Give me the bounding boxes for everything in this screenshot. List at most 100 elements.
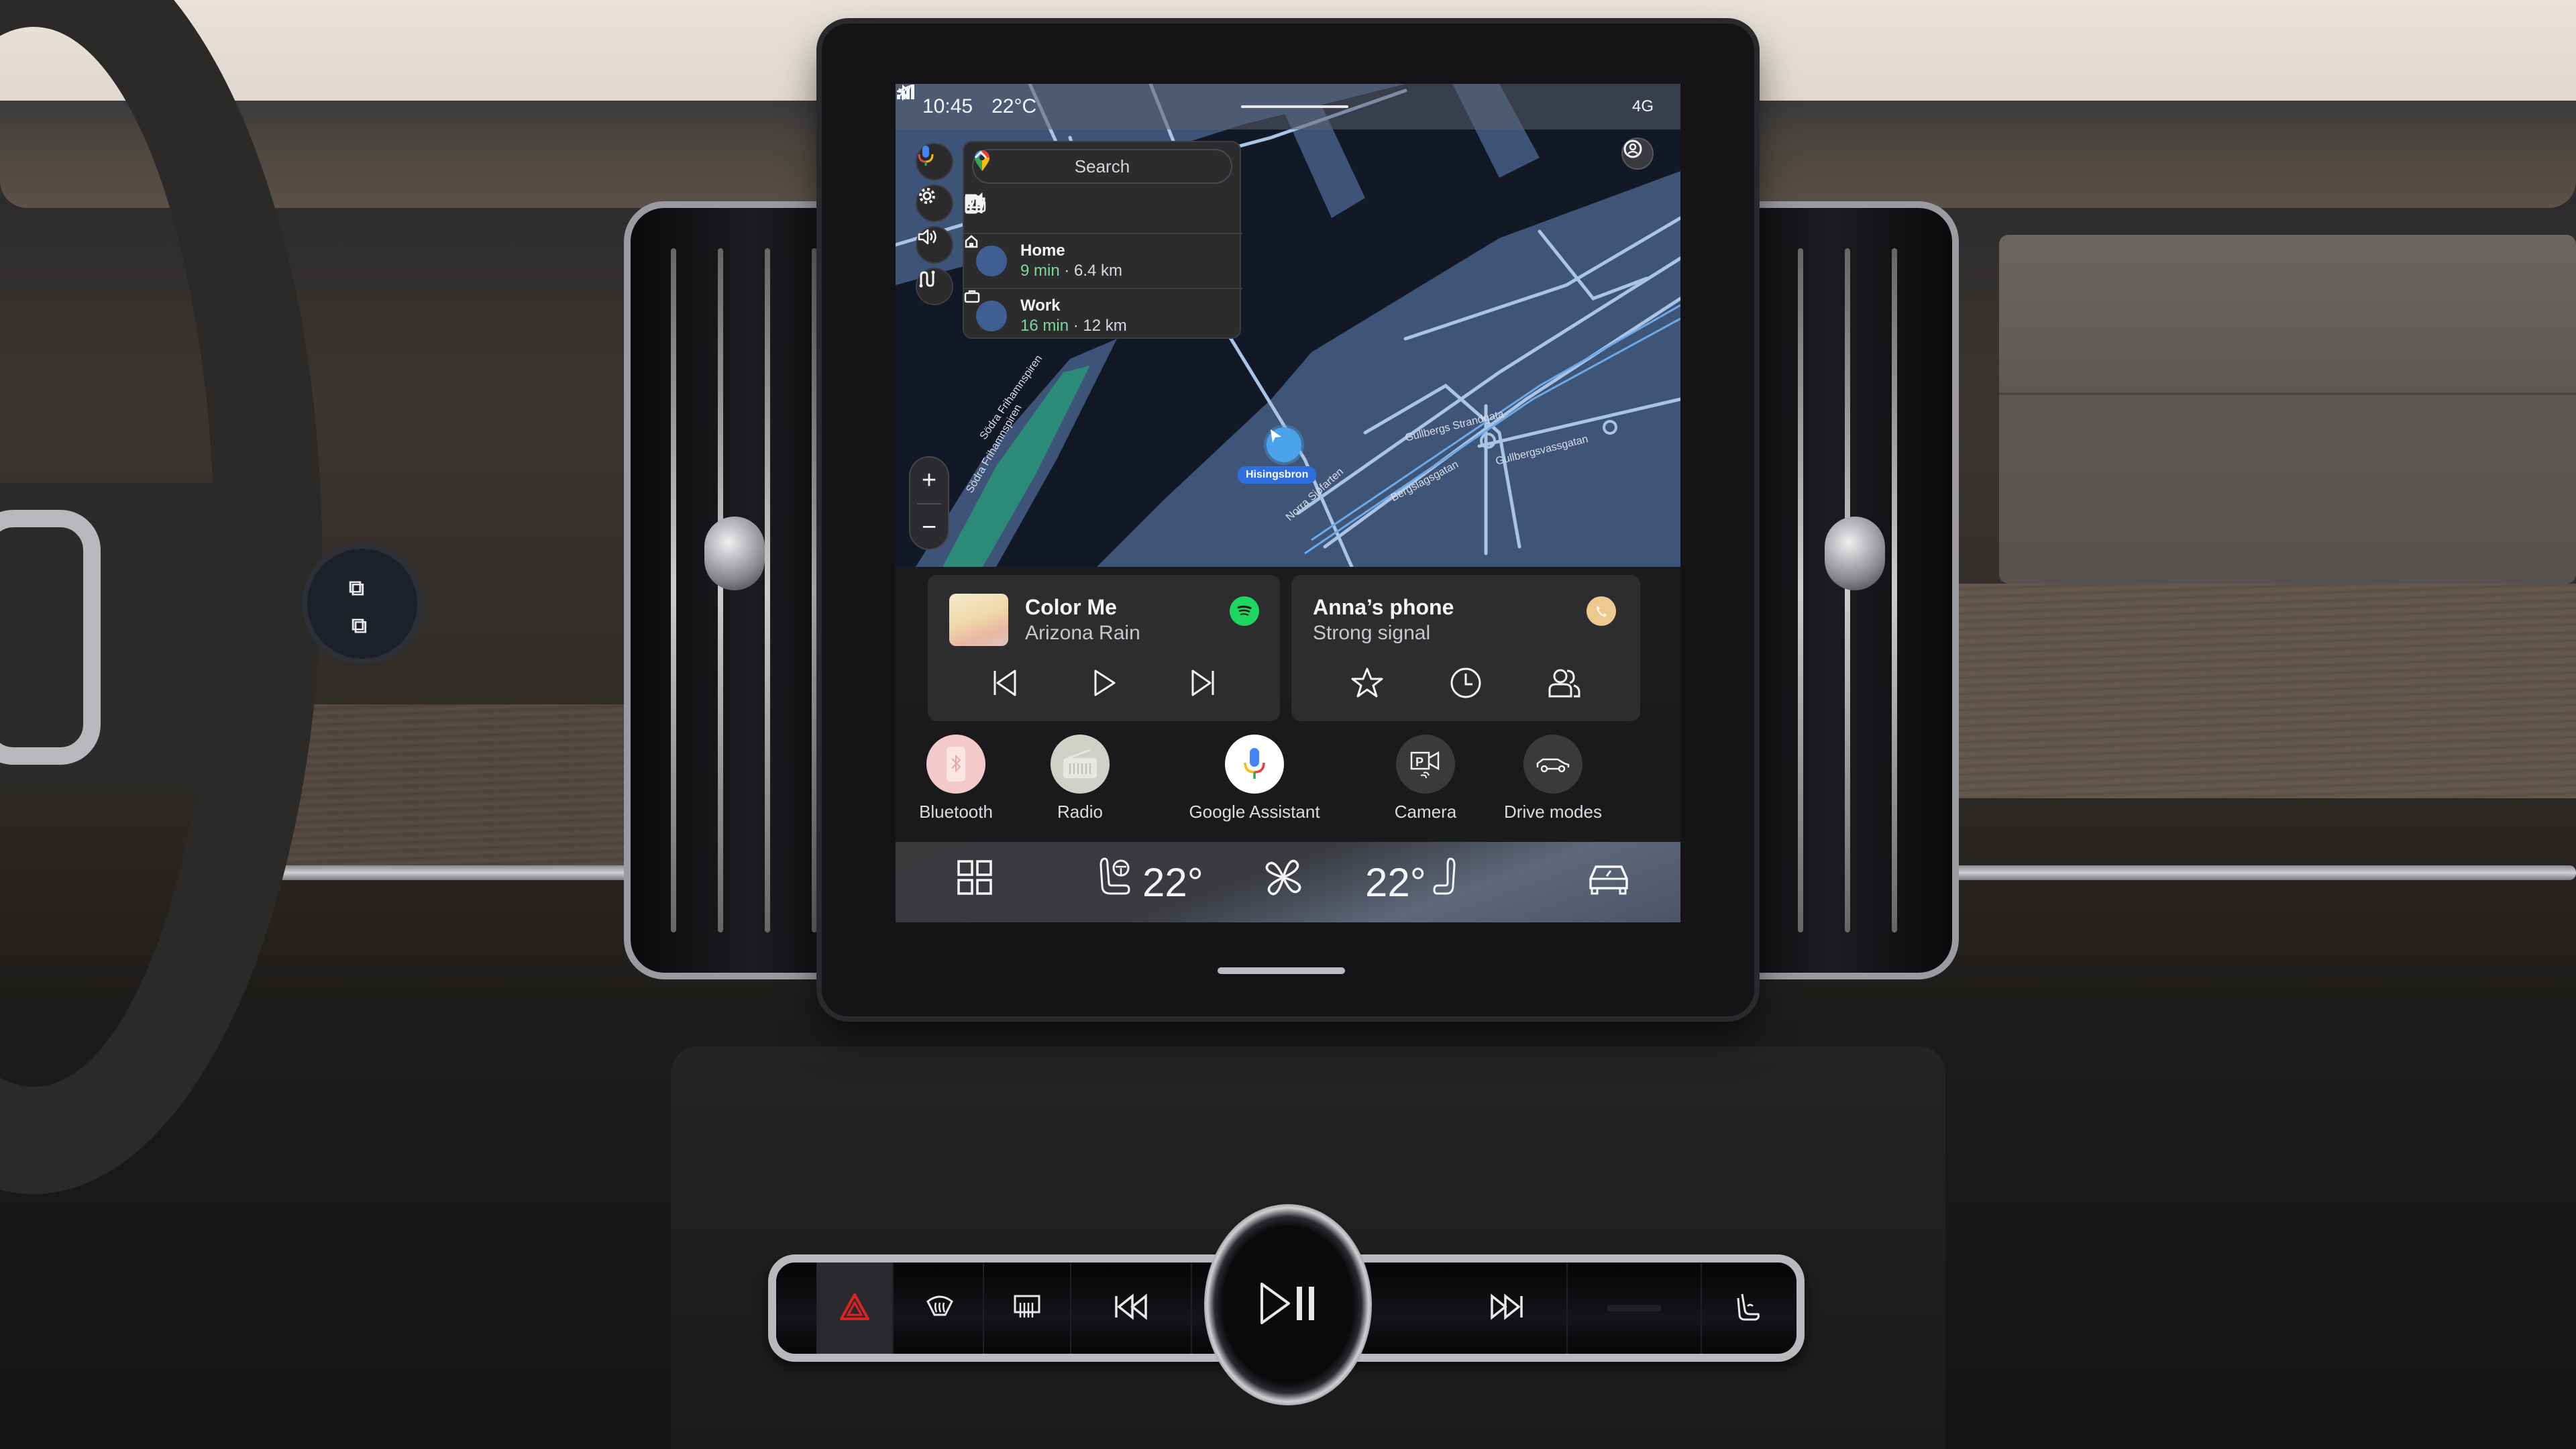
hw-blank-button[interactable] [1568, 1263, 1702, 1354]
destination-home[interactable]: Home 9 min · 6.4 km [964, 233, 1242, 288]
play-icon [1087, 667, 1120, 702]
destination-info: Work 16 min · 12 km [1020, 297, 1127, 335]
app-label: Google Assistant [1189, 802, 1320, 822]
next-track-icon [1488, 1293, 1525, 1324]
vent-slat [1845, 248, 1850, 932]
vent-slat [1798, 248, 1803, 932]
favorites-button[interactable] [1346, 663, 1389, 706]
map-view[interactable]: Gullbergs Strandgata Gullbergsvassgatan … [896, 84, 1680, 567]
front-defrost-button[interactable] [897, 1263, 984, 1354]
category-shopping[interactable] [965, 194, 1150, 228]
steering-wheel-trim [0, 510, 101, 765]
app-drive-modes[interactable]: Drive modes [1472, 735, 1633, 822]
steering-wheel [0, 0, 322, 1194]
destination-work[interactable]: Work 16 min · 12 km [964, 288, 1242, 343]
app-label: Drive modes [1504, 802, 1602, 822]
wood-trim-right [1912, 584, 2576, 798]
front-defrost-icon [925, 1292, 955, 1325]
hazard-icon [839, 1293, 870, 1324]
passenger-seat-heat-icon [1432, 856, 1458, 908]
track-title: Color Me [1025, 595, 1117, 619]
hw-next-track-button[interactable] [1447, 1263, 1568, 1354]
route-options-button[interactable] [916, 268, 953, 305]
phone-status: Strong signal [1313, 622, 1431, 644]
hazard-button[interactable] [816, 1263, 894, 1354]
status-bar: 10:45 22°C 4G [896, 84, 1680, 129]
app-google-assistant[interactable]: Google Assistant [1174, 735, 1335, 822]
app-shortcuts: Bluetooth Radio Google Assistant P Camer… [896, 728, 1680, 822]
map-settings-button[interactable] [916, 184, 953, 222]
category-coffee[interactable] [966, 195, 1215, 228]
passenger-climate[interactable]: 22° [1365, 842, 1458, 922]
play-pause-knob[interactable] [1204, 1204, 1372, 1405]
phone-controls [1291, 661, 1640, 708]
category-ev-charging[interactable] [965, 194, 1022, 228]
climate-bar: 22° 22° [896, 842, 1680, 922]
spotify-icon [1230, 596, 1259, 626]
zoom-in-button[interactable]: + [910, 458, 948, 503]
steering-wheel-spoke [0, 483, 282, 792]
rear-defrost-icon [1012, 1293, 1042, 1324]
destination-distance: 12 km [1083, 317, 1127, 335]
vent-knob-left[interactable] [704, 517, 765, 590]
rear-defrost-button[interactable] [984, 1263, 1071, 1354]
heated-seat-button[interactable] [1702, 1263, 1796, 1354]
category-shortcuts [964, 193, 1242, 233]
destination-eta: 9 min [1020, 262, 1060, 280]
map-zoom-control: + − [909, 456, 949, 550]
infotainment-screen: Gullbergs Strandgata Gullbergsvassgatan … [896, 84, 1680, 922]
fan-button[interactable] [1261, 842, 1305, 922]
app-grid-icon [956, 859, 994, 906]
vent-slat [671, 248, 676, 932]
separator: · [1059, 262, 1075, 280]
category-restaurants[interactable] [967, 193, 1087, 228]
google-assistant-icon [1225, 735, 1284, 794]
current-location-marker[interactable] [1267, 427, 1301, 462]
vent-knob-right[interactable] [1825, 517, 1885, 590]
destination-details: 16 min · 12 km [1020, 317, 1127, 335]
clock: 10:45 [922, 95, 973, 117]
play-button[interactable] [1082, 663, 1125, 706]
phone-card[interactable]: Anna’s phone Strong signal [1291, 575, 1640, 721]
next-track-button[interactable] [1182, 663, 1225, 706]
voice-search-button[interactable] [916, 143, 953, 180]
search-input[interactable]: Search [985, 156, 1219, 177]
media-controls [928, 661, 1280, 708]
media-card[interactable]: Color Me Arizona Rain [928, 575, 1280, 721]
favorites-icon [1350, 665, 1385, 704]
recent-calls-button[interactable] [1444, 663, 1487, 706]
app-label: Radio [1057, 802, 1103, 822]
destination-name: Work [1020, 297, 1061, 315]
wood-trim-left [228, 704, 798, 872]
previous-track-button[interactable] [983, 663, 1026, 706]
search-bar[interactable]: Search [972, 149, 1232, 184]
destination-distance: 6.4 km [1074, 262, 1123, 280]
phone-name: Anna’s phone [1313, 595, 1454, 619]
driver-temperature: 22° [1142, 859, 1203, 905]
driver-seat-heat-icon [1097, 856, 1134, 908]
app-radio[interactable]: Radio [1000, 735, 1161, 822]
track-artist: Arizona Rain [1025, 622, 1140, 644]
notification-pull-handle[interactable] [1241, 105, 1348, 108]
home-indicator[interactable] [1218, 967, 1345, 974]
briefcase-icon [964, 290, 1007, 331]
contacts-button[interactable] [1543, 663, 1586, 706]
car-settings-button[interactable] [1587, 842, 1631, 922]
vent-slat [765, 248, 770, 932]
drive-modes-icon [1523, 735, 1582, 794]
outside-temperature: 22°C [991, 95, 1037, 117]
heated-seat-icon [1735, 1291, 1762, 1326]
previous-icon [988, 667, 1020, 702]
app-grid-button[interactable] [956, 842, 994, 922]
passenger-temperature: 22° [1365, 859, 1426, 905]
map-volume-button[interactable] [916, 226, 953, 264]
zoom-out-button[interactable]: − [910, 504, 948, 550]
album-art [949, 594, 1008, 646]
destination-name: Home [1020, 241, 1065, 260]
widget-area: Color Me Arizona Rain Anna’s phone Stron… [896, 567, 1680, 721]
steering-stalk-knob[interactable]: ⧉ ⧉ [302, 543, 423, 664]
contacts-icon [1546, 665, 1583, 704]
driver-climate[interactable]: 22° [1097, 842, 1203, 922]
hw-previous-track-button[interactable] [1071, 1263, 1192, 1354]
account-button[interactable] [1621, 138, 1654, 170]
